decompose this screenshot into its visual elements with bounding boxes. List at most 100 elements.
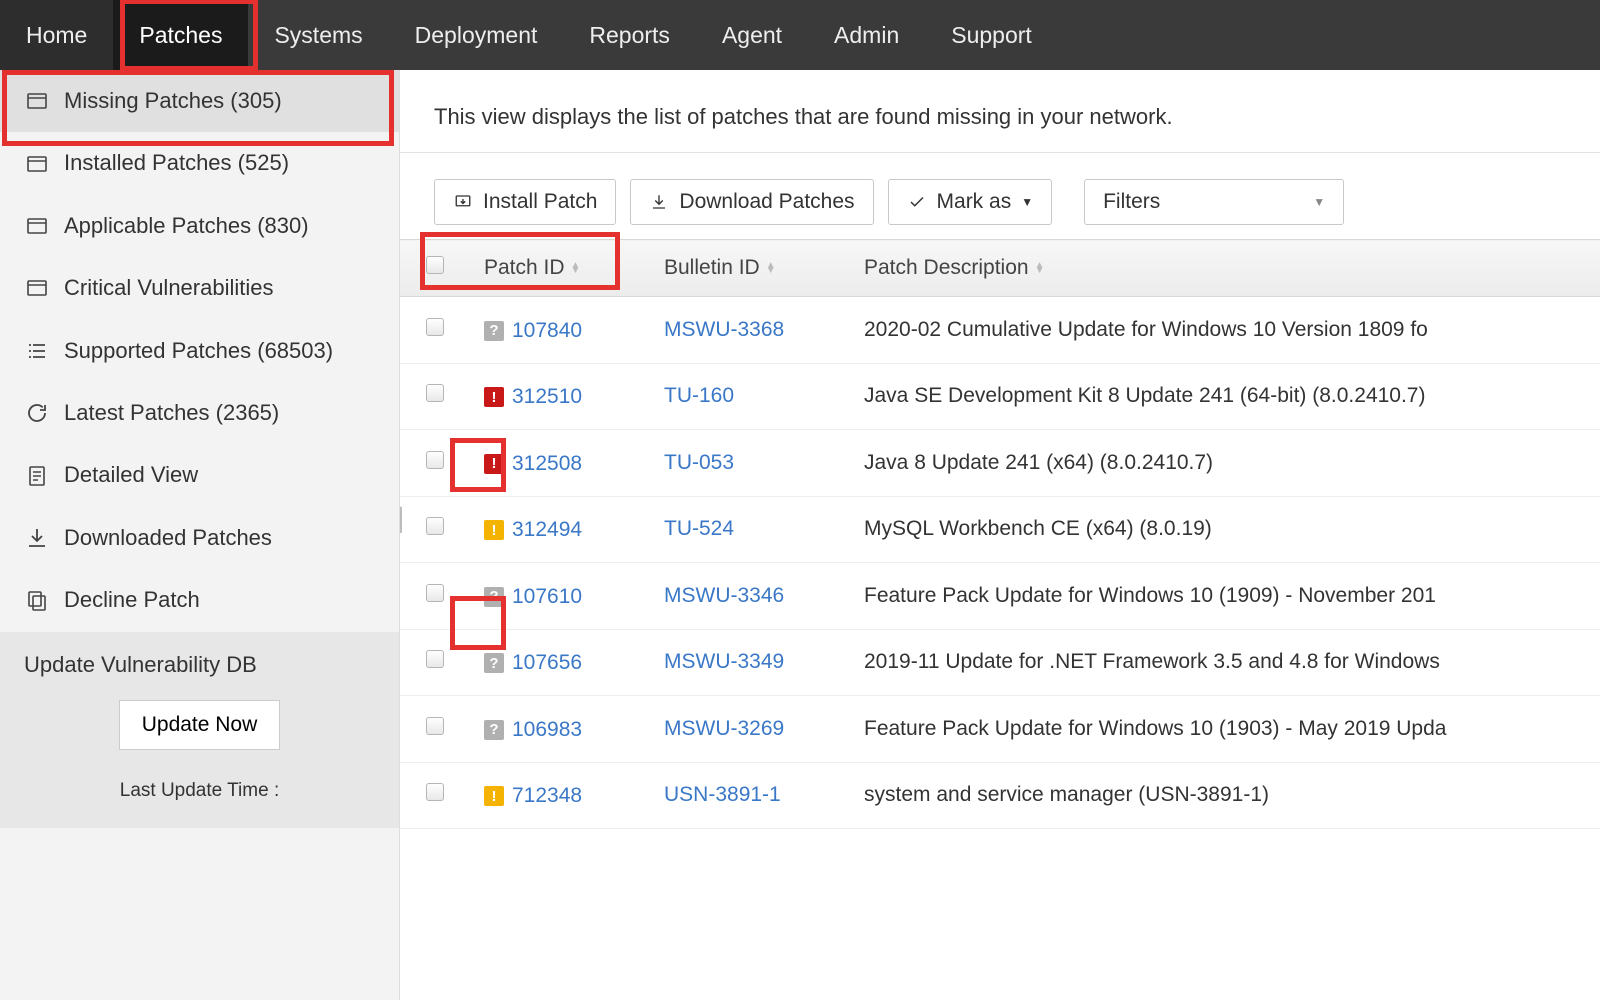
table-row: ?107610MSWU-3346Feature Pack Update for … <box>400 563 1600 630</box>
patch-icon <box>24 213 50 239</box>
nav-patches[interactable]: Patches <box>113 0 248 70</box>
severity-icon: ? <box>484 653 504 673</box>
column-header-bulletin-id[interactable]: Bulletin ID▲▼ <box>650 240 850 297</box>
sidebar-item-supported-patches[interactable]: Supported Patches (68503) <box>0 320 399 382</box>
bulletin-id-link[interactable]: MSWU-3269 <box>664 717 784 740</box>
bulletin-id-cell: MSWU-3269 <box>650 696 850 763</box>
bulletin-id-cell: TU-053 <box>650 430 850 497</box>
nav-systems[interactable]: Systems <box>248 0 388 70</box>
column-header-checkbox[interactable] <box>400 240 470 297</box>
sort-icon: ▲▼ <box>571 263 581 273</box>
update-now-button[interactable]: Update Now <box>119 700 281 750</box>
refresh-icon <box>24 400 50 426</box>
sidebar-item-downloaded-patches[interactable]: Downloaded Patches <box>0 507 399 569</box>
table-row: ? 106983 MSWU-3269 Feature Pack Update for … <box>400 696 1600 763</box>
severity-icon: ! <box>484 387 504 407</box>
sidebar-item-applicable-patches[interactable]: Applicable Patches (830) <box>0 195 399 257</box>
patch-description-cell: 2019-11 Update for .NET Framework 3.5 an… <box>850 629 1600 696</box>
column-header-patch-id[interactable]: Patch ID▲▼ <box>470 240 650 297</box>
patch-id-link[interactable]: 106983 <box>512 718 582 742</box>
patch-icon <box>24 88 50 114</box>
patch-id-link[interactable]: 312510 <box>512 385 582 409</box>
table-row: ?107840MSWU-33682020-02 Cumulative Updat… <box>400 297 1600 364</box>
sidebar-item-label: Critical Vulnerabilities <box>64 275 273 301</box>
sidebar-item-label: Installed Patches (525) <box>64 150 289 176</box>
row-checkbox-cell <box>400 563 470 630</box>
table-row: !712348USN-3891-1system and service mana… <box>400 762 1600 829</box>
install-patch-button[interactable]: Install Patch <box>434 179 616 225</box>
select-all-checkbox[interactable] <box>426 256 444 274</box>
sidebar-item-label: Applicable Patches (830) <box>64 213 309 239</box>
sidebar-item-label: Detailed View <box>64 462 198 488</box>
row-checkbox-cell <box>400 297 470 364</box>
sidebar-item-installed-patches[interactable]: Installed Patches (525) <box>0 132 399 194</box>
nav-agent[interactable]: Agent <box>696 0 808 70</box>
patch-description-cell: Java 8 Update 241 (x64) (8.0.2410.7) <box>850 430 1600 497</box>
patch-id-link[interactable]: 107840 <box>512 319 582 343</box>
mark-as-button[interactable]: Mark as ▼ <box>888 179 1053 225</box>
column-header-description[interactable]: Patch Description▲▼ <box>850 240 1600 297</box>
row-checkbox-cell <box>400 629 470 696</box>
bulletin-id-link[interactable]: TU-053 <box>664 451 734 474</box>
sidebar-item-missing-patches[interactable]: Missing Patches (305) <box>0 70 399 132</box>
bulletin-id-link[interactable]: TU-524 <box>664 517 734 540</box>
sidebar-item-detailed-view[interactable]: Detailed View <box>0 444 399 506</box>
sidebar-item-label: Latest Patches (2365) <box>64 400 279 426</box>
sidebar-item-latest-patches[interactable]: Latest Patches (2365) <box>0 382 399 444</box>
severity-icon: ! <box>484 454 504 474</box>
sidebar-item-label: Missing Patches (305) <box>64 88 282 114</box>
patch-description-cell: Feature Pack Update for Windows 10 (1903… <box>850 696 1600 763</box>
severity-icon: ! <box>484 520 504 540</box>
caret-down-icon: ▼ <box>1021 195 1033 209</box>
row-checkbox[interactable] <box>426 318 444 336</box>
bulletin-id-cell: TU-524 <box>650 496 850 563</box>
nav-admin[interactable]: Admin <box>808 0 925 70</box>
download-icon <box>24 525 50 551</box>
nav-deployment[interactable]: Deployment <box>389 0 564 70</box>
row-checkbox[interactable] <box>426 717 444 735</box>
patch-icon <box>24 275 50 301</box>
patch-id-link[interactable]: 712348 <box>512 784 582 808</box>
row-checkbox[interactable] <box>426 517 444 535</box>
filters-dropdown[interactable]: Filters ▼ <box>1084 179 1344 225</box>
sort-icon: ▲▼ <box>766 263 776 273</box>
sidebar-item-label: Decline Patch <box>64 587 200 613</box>
patch-id-cell: ! 312510 <box>470 363 650 430</box>
row-checkbox-cell <box>400 696 470 763</box>
row-checkbox[interactable] <box>426 384 444 402</box>
patch-id-cell: ! 312494 <box>470 496 650 563</box>
bulletin-id-link[interactable]: MSWU-3349 <box>664 650 784 673</box>
install-patch-label: Install Patch <box>483 190 597 214</box>
sidebar-item-critical-vulnerabilities[interactable]: Critical Vulnerabilities <box>0 257 399 319</box>
row-checkbox[interactable] <box>426 783 444 801</box>
bulletin-id-link[interactable]: MSWU-3346 <box>664 584 784 607</box>
mark-as-label: Mark as <box>937 190 1012 214</box>
patch-id-cell: ?107840 <box>470 297 650 364</box>
patch-id-link[interactable]: 312508 <box>512 452 582 476</box>
row-checkbox-cell <box>400 363 470 430</box>
main-content: This view displays the list of patches t… <box>400 70 1600 1000</box>
nav-support[interactable]: Support <box>925 0 1058 70</box>
patch-id-link[interactable]: 107656 <box>512 651 582 675</box>
sidebar-resize-handle[interactable]: ┃┃┃ <box>395 490 407 550</box>
patch-id-cell: ? 107610 <box>470 563 650 630</box>
sidebar-item-decline-patch[interactable]: Decline Patch <box>0 569 399 631</box>
download-icon <box>649 192 669 212</box>
bulletin-id-link[interactable]: MSWU-3368 <box>664 318 784 341</box>
severity-icon: ? <box>484 720 504 740</box>
severity-icon: ? <box>484 587 504 607</box>
patch-id-link[interactable]: 312494 <box>512 518 582 542</box>
nav-reports[interactable]: Reports <box>563 0 696 70</box>
row-checkbox[interactable] <box>426 584 444 602</box>
bulletin-id-link[interactable]: TU-160 <box>664 384 734 407</box>
bulletin-id-link[interactable]: USN-3891-1 <box>664 783 781 806</box>
bulletin-id-cell: TU-160 <box>650 363 850 430</box>
nav-home[interactable]: Home <box>0 0 113 70</box>
check-icon <box>907 192 927 212</box>
row-checkbox[interactable] <box>426 650 444 668</box>
sidebar-item-label: Downloaded Patches <box>64 525 272 551</box>
decline-icon <box>24 587 50 613</box>
download-patches-button[interactable]: Download Patches <box>630 179 873 225</box>
row-checkbox[interactable] <box>426 451 444 469</box>
patch-id-link[interactable]: 107610 <box>512 585 582 609</box>
